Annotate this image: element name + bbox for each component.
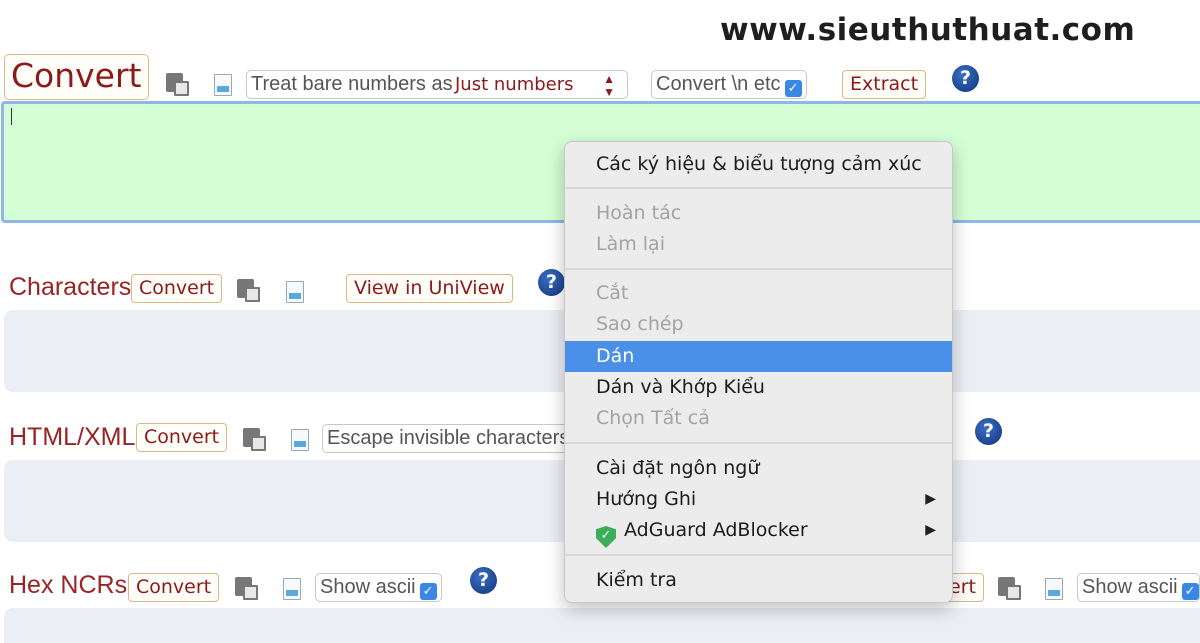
show-ascii-option[interactable]: Show ascii ✓ (315, 573, 442, 602)
characters-label: Characters (9, 273, 132, 301)
checkbox-checked-icon[interactable]: ✓ (784, 80, 802, 97)
adguard-label: AdGuard AdBlocker (624, 519, 808, 541)
writing-direction-label: Hướng Ghi (596, 488, 697, 510)
help-icon[interactable]: ? (470, 567, 497, 594)
context-menu: Các ký hiệu & biểu tượng cảm xúc Hoàn tá… (564, 141, 953, 603)
show-ascii-label: Show ascii (320, 576, 416, 598)
document-icon[interactable] (291, 429, 309, 451)
menu-item-language-settings[interactable]: Cài đặt ngôn ngữ (565, 453, 952, 484)
menu-item-inspect[interactable]: Kiểm tra (565, 565, 952, 596)
checkbox-checked-icon[interactable]: ✓ (1181, 583, 1199, 600)
html-xml-convert-button[interactable]: Convert (136, 423, 228, 452)
hex-convert-button[interactable]: Convert (128, 573, 220, 602)
menu-separator (565, 554, 952, 556)
submenu-arrow-icon: ▶ (925, 522, 936, 538)
view-in-uniview-button[interactable]: View in UniView (346, 274, 513, 303)
menu-item-paste[interactable]: Dán (565, 341, 952, 372)
convert-newline-label: Convert \n etc (656, 73, 781, 95)
site-watermark: www.sieuthuthuat.com (720, 12, 1136, 48)
select-arrows-icon: ▲ ▼ (603, 72, 615, 99)
extract-button[interactable]: Extract (842, 70, 927, 99)
right-show-ascii-option[interactable]: Show ascii ✓ (1077, 573, 1200, 602)
escape-invisible-option[interactable]: Escape invisible characters✓ (322, 424, 572, 453)
menu-item-cut[interactable]: Cắt (565, 278, 952, 309)
treat-numbers-select[interactable]: Treat bare numbers as Just numbers ▲ ▼ (246, 70, 628, 99)
escape-invisible-label: Escape invisible characters (327, 427, 570, 449)
convert-button-main[interactable]: Convert (4, 54, 149, 100)
menu-separator (565, 442, 952, 444)
characters-convert-button[interactable]: Convert (131, 274, 223, 303)
menu-item-copy[interactable]: Sao chép (565, 309, 952, 340)
menu-item-undo[interactable]: Hoàn tác (565, 198, 952, 229)
menu-separator (565, 268, 952, 270)
text-cursor (11, 108, 12, 125)
menu-item-adguard[interactable]: ✓ AdGuard AdBlocker ▶ (565, 515, 952, 548)
document-icon[interactable] (283, 578, 301, 600)
document-icon[interactable] (286, 281, 304, 303)
right-show-ascii-label: Show ascii (1082, 576, 1178, 598)
document-icon[interactable] (1045, 578, 1063, 600)
help-icon[interactable]: ? (952, 65, 979, 92)
checkbox-checked-icon[interactable]: ✓ (419, 583, 437, 600)
help-icon[interactable]: ? (975, 418, 1002, 445)
hex-output[interactable] (4, 608, 1200, 643)
help-icon[interactable]: ? (538, 269, 565, 296)
treat-numbers-label: Treat bare numbers as (251, 73, 453, 95)
menu-item-select-all[interactable]: Chọn Tất cả (565, 403, 952, 434)
menu-item-writing-direction[interactable]: Hướng Ghi ▶ (565, 484, 952, 515)
document-icon[interactable] (214, 74, 232, 96)
menu-item-emoji[interactable]: Các ký hiệu & biểu tượng cảm xúc (565, 149, 952, 180)
convert-newline-option[interactable]: Convert \n etc ✓ (651, 70, 807, 99)
menu-item-paste-match-style[interactable]: Dán và Khớp Kiểu (565, 372, 952, 403)
hex-ncrs-label: Hex NCRs (9, 571, 128, 599)
treat-numbers-value: Just numbers (455, 74, 574, 95)
menu-separator (565, 187, 952, 189)
html-xml-label: HTML/XML (9, 423, 136, 451)
menu-item-redo[interactable]: Làm lại (565, 229, 952, 260)
submenu-arrow-icon: ▶ (925, 491, 936, 507)
adguard-shield-icon: ✓ (596, 526, 616, 548)
